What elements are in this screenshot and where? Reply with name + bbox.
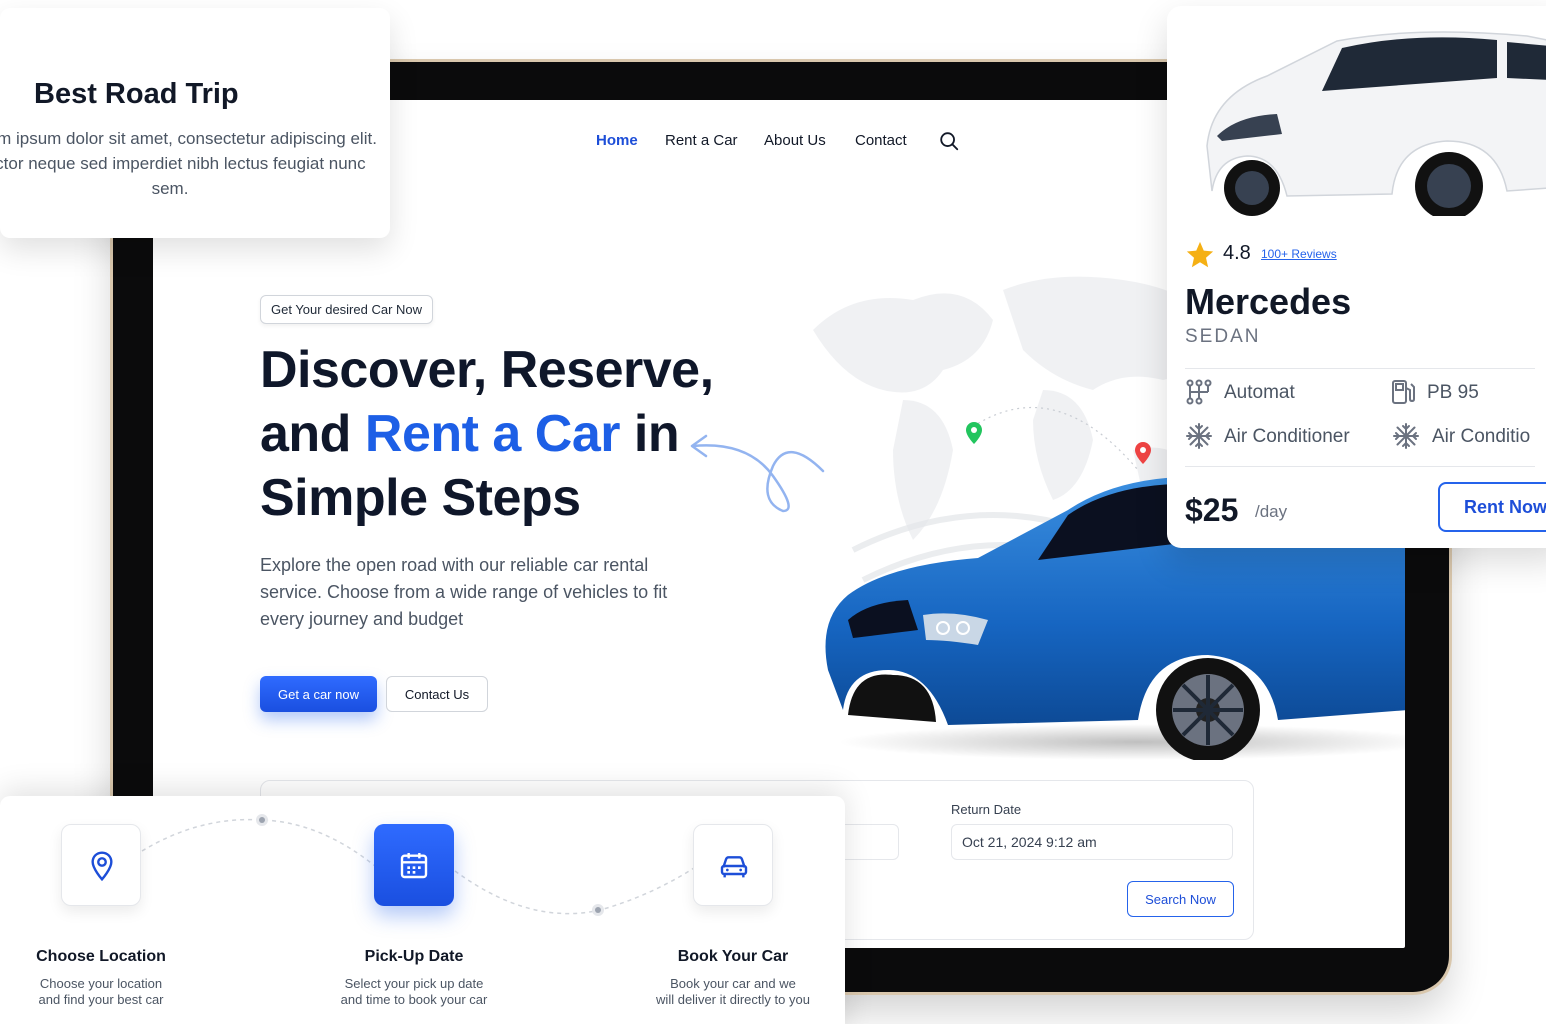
step-desc-line: Book your car and we xyxy=(670,976,796,991)
white-car-image xyxy=(1206,31,1546,216)
star-icon xyxy=(1186,241,1214,268)
nav-rent-a-car[interactable]: Rent a Car xyxy=(665,132,738,149)
rent-now-button[interactable]: Rent Now xyxy=(1438,482,1546,532)
step-desc-line: Choose your location xyxy=(39,976,163,991)
hero-description: Explore the open road with our reliable … xyxy=(260,555,668,629)
search-now-button[interactable]: Search Now xyxy=(1127,881,1234,917)
green-pin-icon xyxy=(966,422,982,444)
car-name: Mercedes xyxy=(1185,281,1352,322)
return-date-field[interactable]: Oct 21, 2024 9:12 am xyxy=(951,824,1233,860)
hero-title-line1: Discover, Reserve, xyxy=(260,341,714,399)
step-desc-book: Book your car and we will deliver it dir… xyxy=(608,976,845,1008)
hero-title-in: in xyxy=(619,405,680,463)
calendar-icon xyxy=(400,853,428,879)
step-location-box[interactable] xyxy=(61,824,141,906)
divider xyxy=(1185,368,1535,369)
steps-card: Choose Location Choose your location and… xyxy=(0,796,845,1024)
step-desc-line: will deliver it directly to you xyxy=(656,992,810,1007)
hero-tag: Get Your desired Car Now xyxy=(260,295,434,324)
step-desc-line: and find your best car xyxy=(38,992,164,1007)
hero-title-line3: Simple Steps xyxy=(260,469,581,527)
get-car-button[interactable]: Get a car now xyxy=(260,676,377,712)
divider xyxy=(1185,466,1535,467)
rating-value: 4.8 xyxy=(1223,242,1251,264)
best-road-trip-card: Best Road Trip Lorem ipsum dolor sit ame… xyxy=(0,8,390,238)
step-desc-line: and time to book your car xyxy=(340,992,488,1007)
reviews-link[interactable]: 100+ Reviews xyxy=(1261,247,1337,261)
price-unit: /day xyxy=(1255,502,1288,521)
car-icon xyxy=(720,856,748,878)
spec-fuel: PB 95 xyxy=(1427,382,1479,403)
car-type: SEDAN xyxy=(1185,326,1261,347)
spec-transmission: Automat xyxy=(1224,382,1295,403)
step-car-box[interactable] xyxy=(693,824,773,906)
step-title-date: Pick-Up Date xyxy=(364,948,464,965)
car-price: $25 xyxy=(1185,492,1239,528)
spec-air-conditioner-2: Air Conditio xyxy=(1432,426,1531,447)
step-title-book: Book Your Car xyxy=(677,948,789,965)
snowflake-icon xyxy=(1393,423,1419,449)
hero-title-and: and xyxy=(260,405,365,463)
nav-contact[interactable]: Contact xyxy=(855,132,907,149)
trip-card-title: Best Road Trip xyxy=(34,78,239,110)
trip-card-text: Lorem ipsum dolor sit amet, consectetur … xyxy=(0,129,377,198)
car-listing-card: 4.8 100+ Reviews Mercedes SEDAN Automat … xyxy=(1167,6,1546,548)
location-pin-icon xyxy=(91,851,113,882)
step-date-box[interactable] xyxy=(374,824,454,906)
nav-about-us[interactable]: About Us xyxy=(764,132,826,149)
step-title-location: Choose Location xyxy=(36,948,166,965)
step-desc-date: Select your pick up date and time to boo… xyxy=(289,976,539,1008)
red-pin-icon xyxy=(1135,442,1151,464)
step-desc-location: Choose your location and find your best … xyxy=(0,976,226,1008)
gearbox-icon xyxy=(1186,379,1212,405)
hero-title: Discover, Reserve, and Rent a Car in Sim… xyxy=(260,338,760,530)
contact-us-button[interactable]: Contact Us xyxy=(386,676,488,712)
step-desc-line: Select your pick up date xyxy=(344,976,484,991)
fuel-pump-icon xyxy=(1392,380,1415,404)
search-icon[interactable] xyxy=(938,130,960,152)
return-date-label: Return Date xyxy=(951,802,1022,817)
hero-title-accent: Rent a Car xyxy=(364,405,621,463)
snowflake-icon xyxy=(1186,423,1212,449)
spec-air-conditioner: Air Conditioner xyxy=(1224,426,1350,447)
nav-home[interactable]: Home xyxy=(596,132,638,149)
